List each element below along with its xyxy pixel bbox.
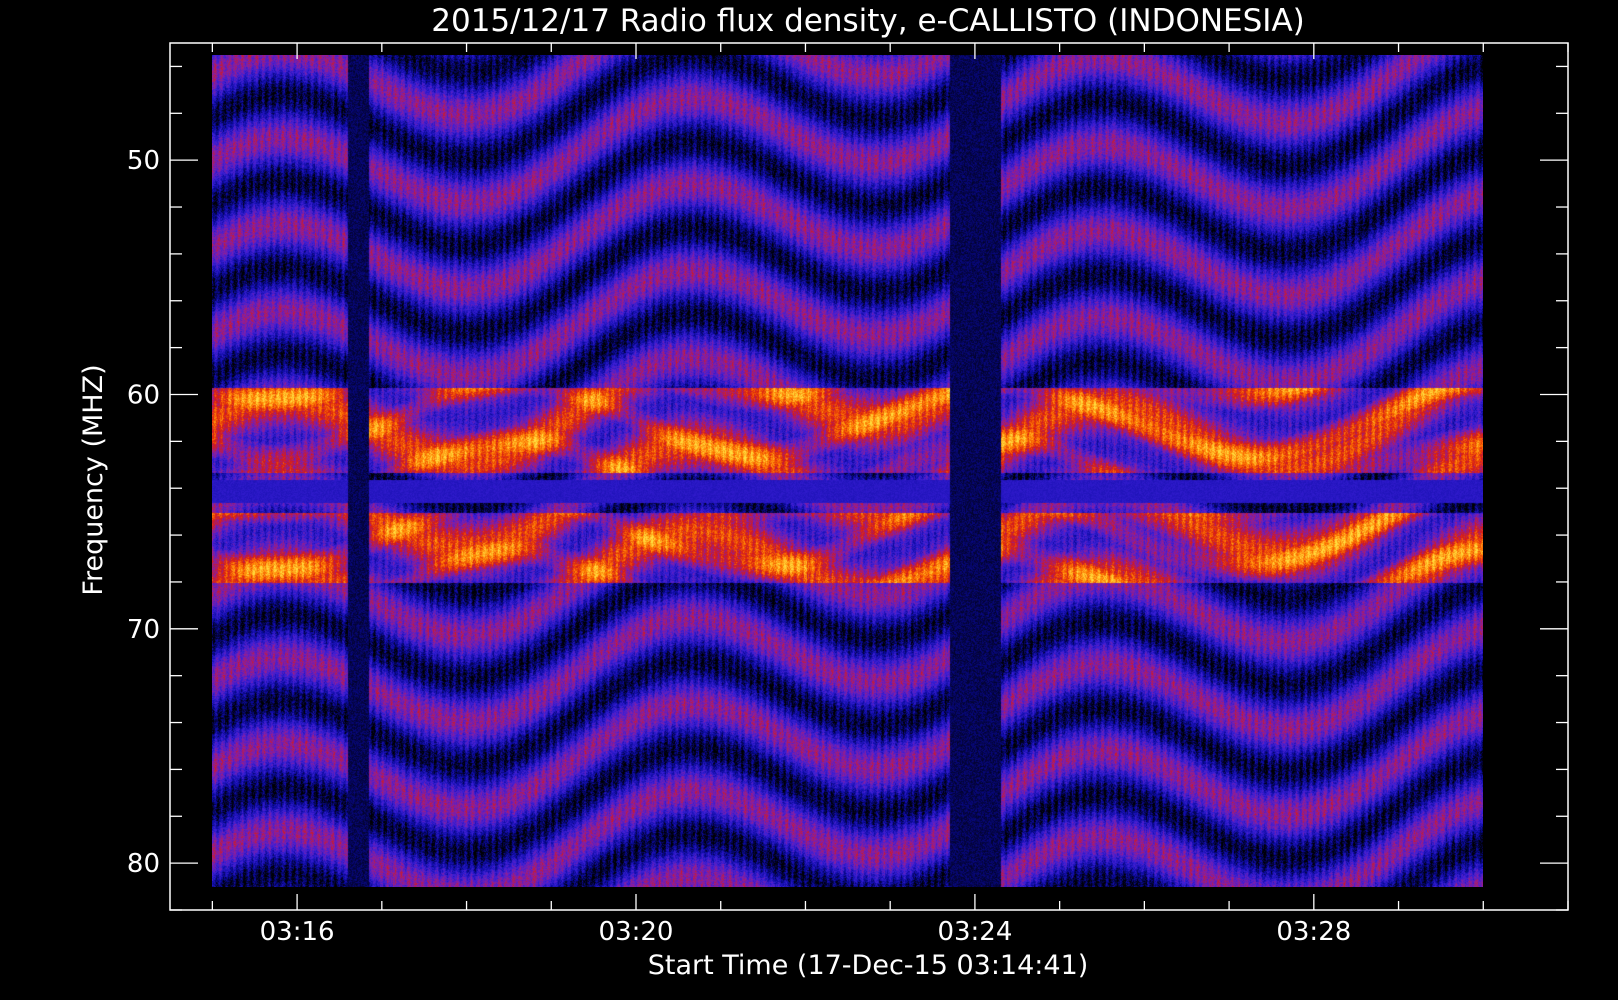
x-tick-label: 03:16 [260,917,335,947]
y-tick-label: 80 [127,849,160,879]
y-tick-label: 50 [127,146,160,176]
x-tick-label: 03:20 [599,917,674,947]
y-tick-label: 60 [127,380,160,410]
x-axis-label: Start Time (17-Dec-15 03:14:41) [648,950,1089,981]
spectrogram-heatmap [212,55,1483,887]
spectrogram-chart: 03:16 03:20 03:24 03:28 50 60 70 80 2015/12/17 … [78,3,1569,981]
chart-title: 2015/12/17 Radio flux density, e-CALLIST… [431,3,1305,39]
y-axis-label: Frequency (MHZ) [78,364,109,595]
x-tick-label: 03:24 [937,917,1012,947]
x-tick-label: 03:28 [1276,917,1351,947]
spectrogram-image [212,55,1483,887]
y-tick-label: 70 [127,615,160,645]
